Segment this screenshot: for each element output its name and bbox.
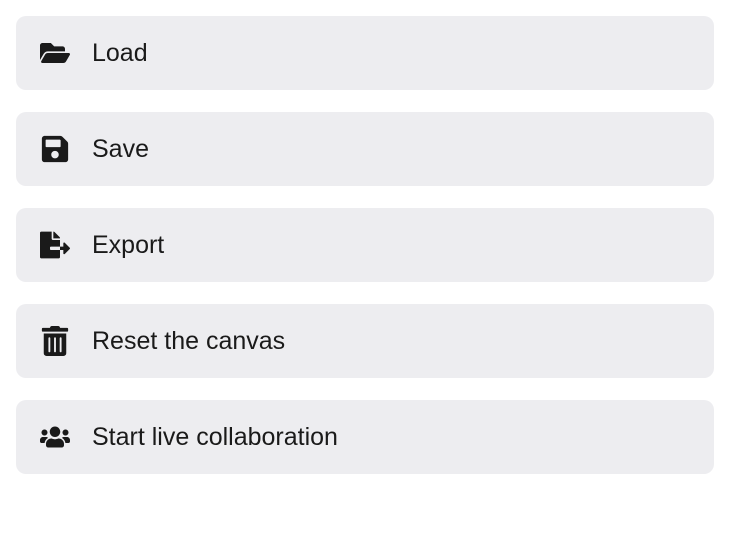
export-icon bbox=[40, 230, 70, 260]
menu-item-label: Export bbox=[92, 231, 164, 260]
menu-item-save[interactable]: Save bbox=[16, 112, 714, 186]
menu-item-reset[interactable]: Reset the canvas bbox=[16, 304, 714, 378]
users-icon bbox=[40, 422, 70, 452]
trash-icon bbox=[40, 326, 70, 356]
menu-item-load[interactable]: Load bbox=[16, 16, 714, 90]
menu-item-label: Save bbox=[92, 135, 149, 164]
menu-item-label: Reset the canvas bbox=[92, 327, 285, 356]
save-icon bbox=[40, 134, 70, 164]
menu-item-collab[interactable]: Start live collaboration bbox=[16, 400, 714, 474]
folder-open-icon bbox=[40, 38, 70, 68]
menu-item-export[interactable]: Export bbox=[16, 208, 714, 282]
menu-item-label: Start live collaboration bbox=[92, 423, 338, 452]
menu-list: Load Save Export Reset the canvas Start … bbox=[16, 16, 714, 474]
menu-item-label: Load bbox=[92, 39, 148, 68]
